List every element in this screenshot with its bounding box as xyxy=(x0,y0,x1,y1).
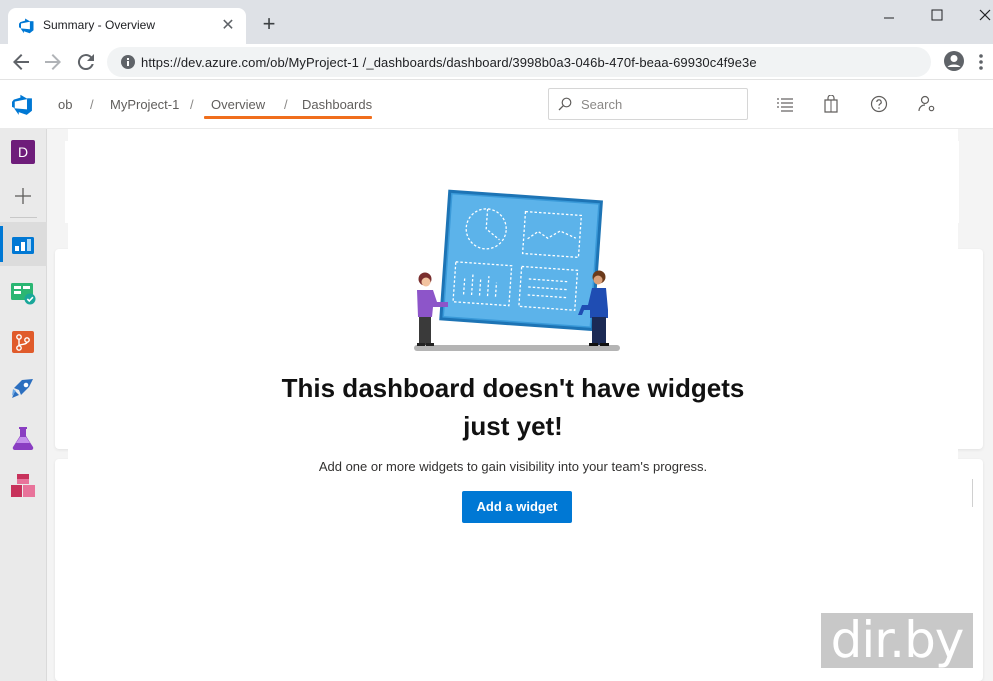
repos-icon xyxy=(12,331,34,353)
rail-item-repos[interactable] xyxy=(0,319,47,363)
breadcrumb-highlight xyxy=(204,116,372,119)
breadcrumb-project[interactable]: MyProject-1 xyxy=(110,97,179,112)
rail-item-test-plans[interactable] xyxy=(0,415,47,459)
scroll-divider xyxy=(972,479,973,507)
rail-item-boards[interactable] xyxy=(0,270,47,314)
breadcrumb-dashboards[interactable]: Dashboards xyxy=(302,97,372,112)
new-item-button[interactable] xyxy=(0,173,47,217)
empty-state-subtitle: Add one or more widgets to gain visibili… xyxy=(318,459,708,474)
close-tab-icon[interactable]: ✕ xyxy=(218,16,238,36)
profile-avatar-icon[interactable] xyxy=(943,50,965,72)
forward-arrow-icon[interactable] xyxy=(41,50,65,74)
rail-divider xyxy=(10,217,37,218)
ado-header: ob / MyProject-1 / Overview / Dashboards… xyxy=(0,81,993,129)
org-switcher[interactable]: D xyxy=(0,129,47,173)
marketplace-bag-icon[interactable] xyxy=(822,95,840,113)
add-widget-button[interactable]: Add a widget xyxy=(462,491,572,523)
new-tab-button[interactable]: + xyxy=(258,13,280,36)
search-icon xyxy=(558,97,572,111)
url-text: https://dev.azure.com/ob/MyProject-1 /_d… xyxy=(141,55,757,70)
reload-icon[interactable] xyxy=(74,50,98,74)
breadcrumb-separator: / xyxy=(284,97,288,112)
breadcrumb-overview[interactable]: Overview xyxy=(211,97,265,112)
browser-tabstrip: Summary - Overview ✕ + xyxy=(0,0,993,44)
back-arrow-icon[interactable] xyxy=(9,50,33,74)
watermark-text: dir.by xyxy=(830,611,965,669)
empty-state-title: This dashboard doesn't have widgets just… xyxy=(68,369,958,445)
browser-tab[interactable]: Summary - Overview ✕ xyxy=(8,8,246,44)
breadcrumb-org[interactable]: ob xyxy=(58,97,72,112)
search-placeholder: Search xyxy=(581,97,623,112)
left-nav-rail: D xyxy=(0,129,47,681)
browser-menu-icon[interactable] xyxy=(976,52,986,72)
rail-item-pipelines[interactable] xyxy=(0,367,47,411)
overview-icon xyxy=(12,237,34,254)
tab-title: Summary - Overview xyxy=(43,18,156,32)
empty-state-title-line: This dashboard doesn't have widgets xyxy=(281,373,745,403)
watermark-logo: dir.by xyxy=(821,613,973,668)
rail-item-artifacts[interactable] xyxy=(0,463,47,507)
azure-devops-favicon-icon xyxy=(19,18,34,34)
search-box[interactable]: Search xyxy=(548,88,748,120)
boards-icon xyxy=(11,283,36,305)
azure-devops-logo-icon[interactable] xyxy=(12,94,34,116)
breadcrumb-separator: / xyxy=(90,97,94,112)
site-info-icon[interactable] xyxy=(120,54,136,70)
minimize-window-icon[interactable] xyxy=(866,4,912,32)
browser-toolbar: https://dev.azure.com/ob/MyProject-1 /_d… xyxy=(0,44,993,80)
help-icon[interactable] xyxy=(870,95,888,113)
close-window-icon[interactable] xyxy=(955,4,993,32)
test-plans-flask-icon xyxy=(12,427,34,451)
plus-icon xyxy=(15,188,31,204)
user-settings-icon[interactable] xyxy=(918,95,936,113)
artifacts-icon xyxy=(11,474,35,497)
empty-state-title-line: just yet! xyxy=(463,411,563,441)
breadcrumb-separator: / xyxy=(190,97,194,112)
empty-dashboard-panel: This dashboard doesn't have widgets just… xyxy=(68,129,958,681)
people-holding-dashboard-illustration xyxy=(414,189,620,351)
pipelines-icon xyxy=(12,379,33,398)
address-bar[interactable]: https://dev.azure.com/ob/MyProject-1 /_d… xyxy=(107,47,931,77)
work-items-list-icon[interactable] xyxy=(776,95,794,113)
org-avatar: D xyxy=(11,140,35,164)
rail-item-overview[interactable] xyxy=(0,222,47,266)
maximize-window-icon[interactable] xyxy=(914,4,960,32)
